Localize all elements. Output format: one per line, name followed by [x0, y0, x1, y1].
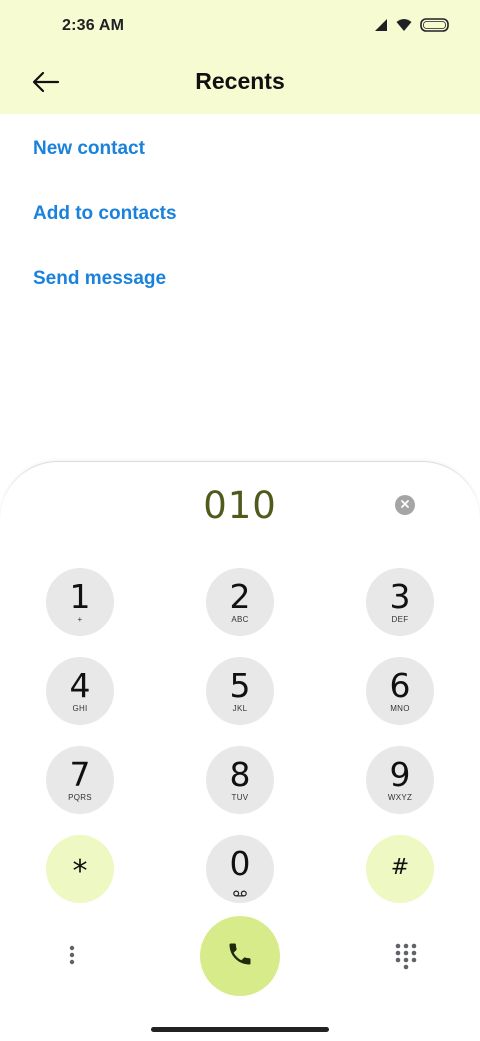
call-button[interactable]: [200, 916, 280, 996]
phone-icon: [226, 940, 254, 973]
key-digit: 5: [229, 666, 251, 705]
key-2[interactable]: 2 ABC: [206, 568, 274, 636]
key-letters: +: [77, 615, 83, 624]
key-letters: DEF: [391, 615, 409, 624]
key-digit: #: [390, 855, 410, 880]
dialpad-toggle-button[interactable]: [392, 942, 420, 970]
key-digit: 1: [69, 577, 91, 616]
send-message-link[interactable]: Send message: [0, 244, 480, 309]
key-digit: 6: [389, 666, 411, 705]
page-title: Recents: [195, 68, 285, 94]
key-letters: GHI: [72, 704, 88, 713]
key-letters: PQRS: [68, 793, 92, 802]
key-letters: WXYZ: [387, 793, 413, 802]
key-1[interactable]: 1 +: [46, 568, 114, 636]
key-8[interactable]: 8 TUV: [206, 746, 274, 814]
key-7[interactable]: 7 PQRS: [46, 746, 114, 814]
status-bar: 2:36 AM: [0, 0, 480, 54]
wifi-icon: [396, 18, 412, 37]
key-hash[interactable]: #: [366, 835, 434, 903]
battery-icon: [420, 18, 450, 37]
key-letters: TUV: [231, 793, 249, 802]
new-contact-link[interactable]: New contact: [0, 114, 480, 179]
key-letters: JKL: [232, 704, 248, 713]
status-icons: [374, 18, 450, 37]
key-6[interactable]: 6 MNO: [366, 657, 434, 725]
key-digit: 8: [229, 755, 251, 794]
key-digit: 0: [229, 844, 251, 883]
key-digit: *: [72, 854, 88, 889]
key-digit: 2: [229, 577, 251, 616]
key-digit: 9: [389, 755, 411, 794]
key-4[interactable]: 4 GHI: [46, 657, 114, 725]
status-time: 2:36 AM: [62, 17, 125, 34]
more-options-button[interactable]: [62, 937, 82, 977]
home-indicator[interactable]: [151, 1027, 329, 1032]
voicemail-icon: [233, 884, 247, 902]
clear-button[interactable]: [395, 495, 415, 515]
more-vertical-icon: [69, 945, 75, 970]
key-digit: 4: [69, 666, 91, 705]
key-9[interactable]: 9 WXYZ: [366, 746, 434, 814]
key-letters: ABC: [231, 615, 249, 624]
action-list: New contact Add to contacts Send message: [0, 114, 480, 309]
key-3[interactable]: 3 DEF: [366, 568, 434, 636]
clear-x-icon: [400, 496, 410, 514]
key-digit: 3: [389, 577, 411, 616]
key-0[interactable]: 0: [206, 835, 274, 903]
dialpad-grid-icon: [392, 943, 420, 974]
key-letters: MNO: [390, 704, 410, 713]
key-digit: 7: [69, 755, 91, 794]
add-to-contacts-link[interactable]: Add to contacts: [0, 179, 480, 244]
app-bar: Recents: [0, 54, 480, 114]
key-star[interactable]: *: [46, 835, 114, 903]
cell-signal-icon: [374, 18, 388, 37]
key-5[interactable]: 5 JKL: [206, 657, 274, 725]
